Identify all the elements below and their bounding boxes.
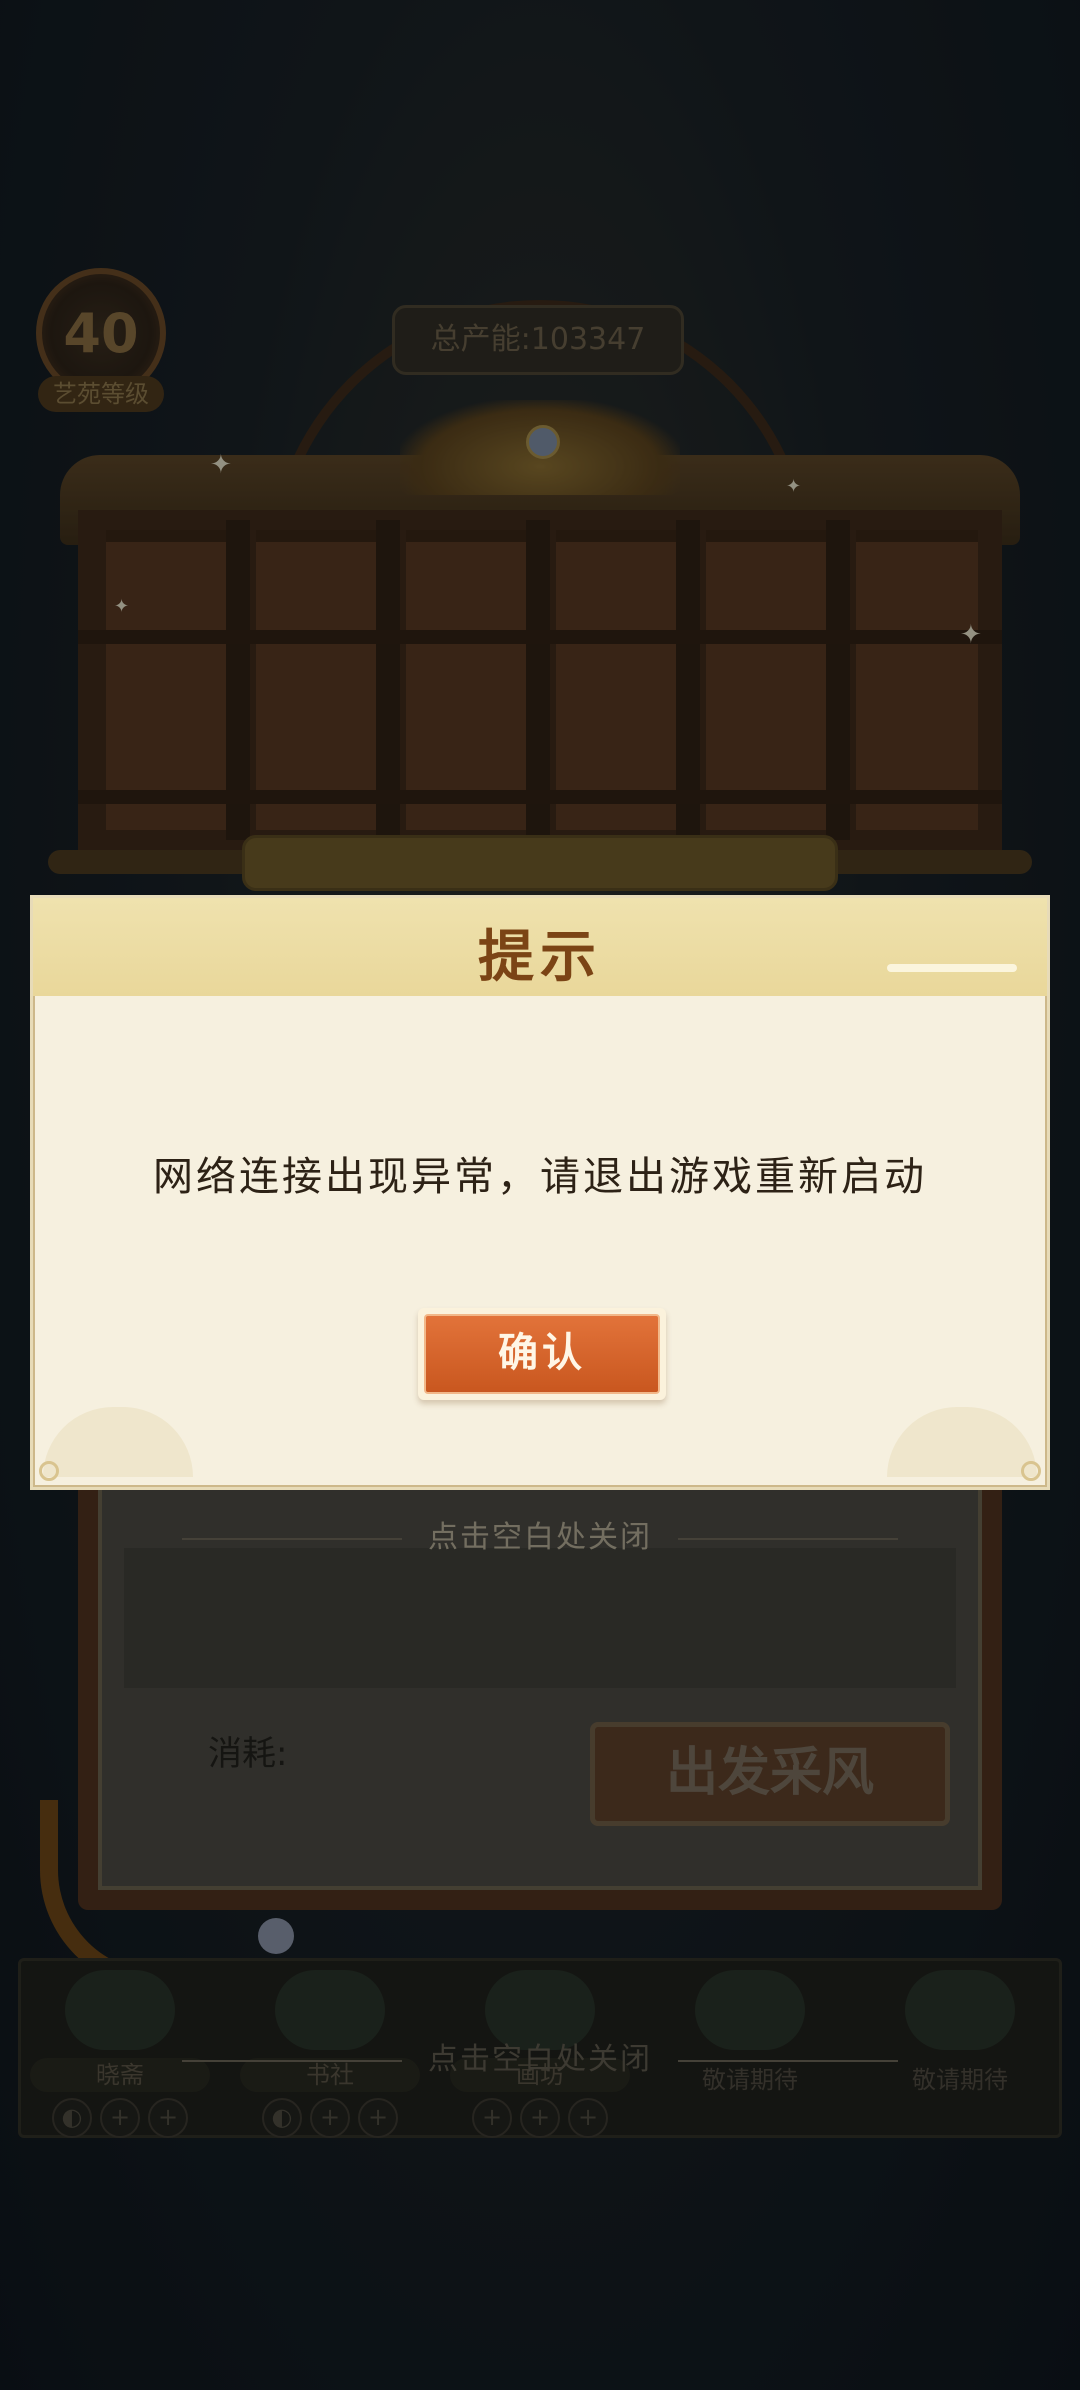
dialog-message: 网络连接出现异常，请退出游戏重新启动 bbox=[153, 1154, 927, 1200]
confirm-button-label: 确认 bbox=[424, 1314, 660, 1394]
confirm-button[interactable]: 确认 bbox=[418, 1308, 666, 1400]
cloud-decoration bbox=[887, 1407, 1037, 1477]
corner-ornament bbox=[1021, 1461, 1041, 1481]
cloud-decoration bbox=[43, 1407, 193, 1477]
alert-dialog: 提示 网络连接出现异常，请退出游戏重新启动 确认 bbox=[30, 895, 1050, 1490]
corner-ornament bbox=[39, 1461, 59, 1481]
dialog-title: 提示 bbox=[478, 924, 602, 990]
